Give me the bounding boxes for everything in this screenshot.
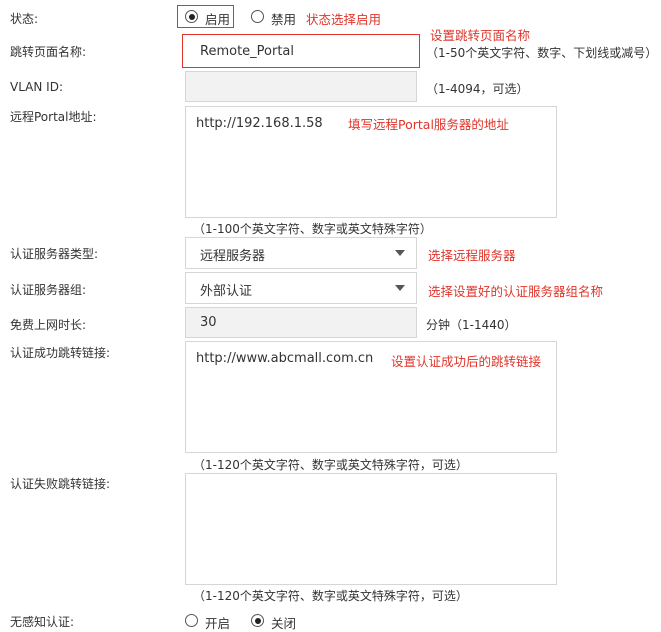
seamless-auth-off-label[interactable]: 关闭 <box>271 613 296 632</box>
free-time-input[interactable]: 30 <box>185 307 417 338</box>
seamless-auth-on-label[interactable]: 开启 <box>205 613 230 632</box>
failure-link-textarea[interactable] <box>185 473 557 585</box>
auth-server-group-select[interactable]: 外部认证 <box>185 272 417 304</box>
page-name-annotation: 设置跳转页面名称 <box>430 28 531 43</box>
portal-address-value: http://192.168.1.58 <box>196 116 323 131</box>
vlan-label: VLAN ID: <box>10 80 63 94</box>
vlan-hint: （1-4094，可选） <box>426 82 529 96</box>
auth-server-type-select[interactable]: 远程服务器 <box>185 237 417 269</box>
free-time-hint: 分钟（1-1440） <box>426 318 517 332</box>
page-name-value: Remote_Portal <box>200 44 295 59</box>
auth-server-group-annotation: 选择设置好的认证服务器组名称 <box>428 284 604 299</box>
success-link-value: http://www.abcmall.com.cn <box>196 351 374 366</box>
seamless-auth-on-radio[interactable] <box>185 614 198 627</box>
status-annotation: 状态选择启用 <box>306 12 382 27</box>
page-name-label: 跳转页面名称: <box>10 45 87 59</box>
auth-server-group-value: 外部认证 <box>200 284 253 299</box>
seamless-auth-off-radio[interactable] <box>251 614 264 627</box>
portal-address-annotation: 填写远程Portal服务器的地址 <box>348 117 509 132</box>
seamless-auth-label: 无感知认证: <box>10 615 75 629</box>
status-enable-radio[interactable] <box>185 10 198 23</box>
auth-server-type-value: 远程服务器 <box>200 249 266 264</box>
page-name-hint: （1-50个英文字符、数字、下划线或减号） <box>426 46 658 60</box>
auth-server-group-label: 认证服务器组: <box>10 283 87 297</box>
status-disable-label[interactable]: 禁用 <box>271 9 296 28</box>
free-time-label: 免费上网时长: <box>10 318 87 332</box>
status-disable-radio[interactable] <box>251 10 264 23</box>
portal-address-label: 远程Portal地址: <box>10 110 97 124</box>
status-label: 状态: <box>10 12 39 26</box>
free-time-value: 30 <box>200 315 217 330</box>
failure-link-label: 认证失败跳转链接: <box>10 477 111 491</box>
chevron-down-icon <box>395 285 405 291</box>
page-name-input[interactable]: Remote_Portal <box>182 34 420 68</box>
portal-address-hint: （1-100个英文字符、数字或英文特殊字符） <box>193 222 432 236</box>
vlan-input[interactable] <box>185 71 417 102</box>
success-link-annotation: 设置认证成功后的跳转链接 <box>391 354 542 369</box>
auth-server-type-label: 认证服务器类型: <box>10 247 99 261</box>
status-enable-label[interactable]: 启用 <box>205 9 230 28</box>
success-link-hint: （1-120个英文字符、数字或英文特殊字符，可选） <box>193 458 468 472</box>
success-link-label: 认证成功跳转链接: <box>10 346 111 360</box>
auth-server-type-annotation: 选择远程服务器 <box>428 248 516 263</box>
chevron-down-icon <box>395 250 405 256</box>
failure-link-hint: （1-120个英文字符、数字或英文特殊字符，可选） <box>193 589 468 603</box>
